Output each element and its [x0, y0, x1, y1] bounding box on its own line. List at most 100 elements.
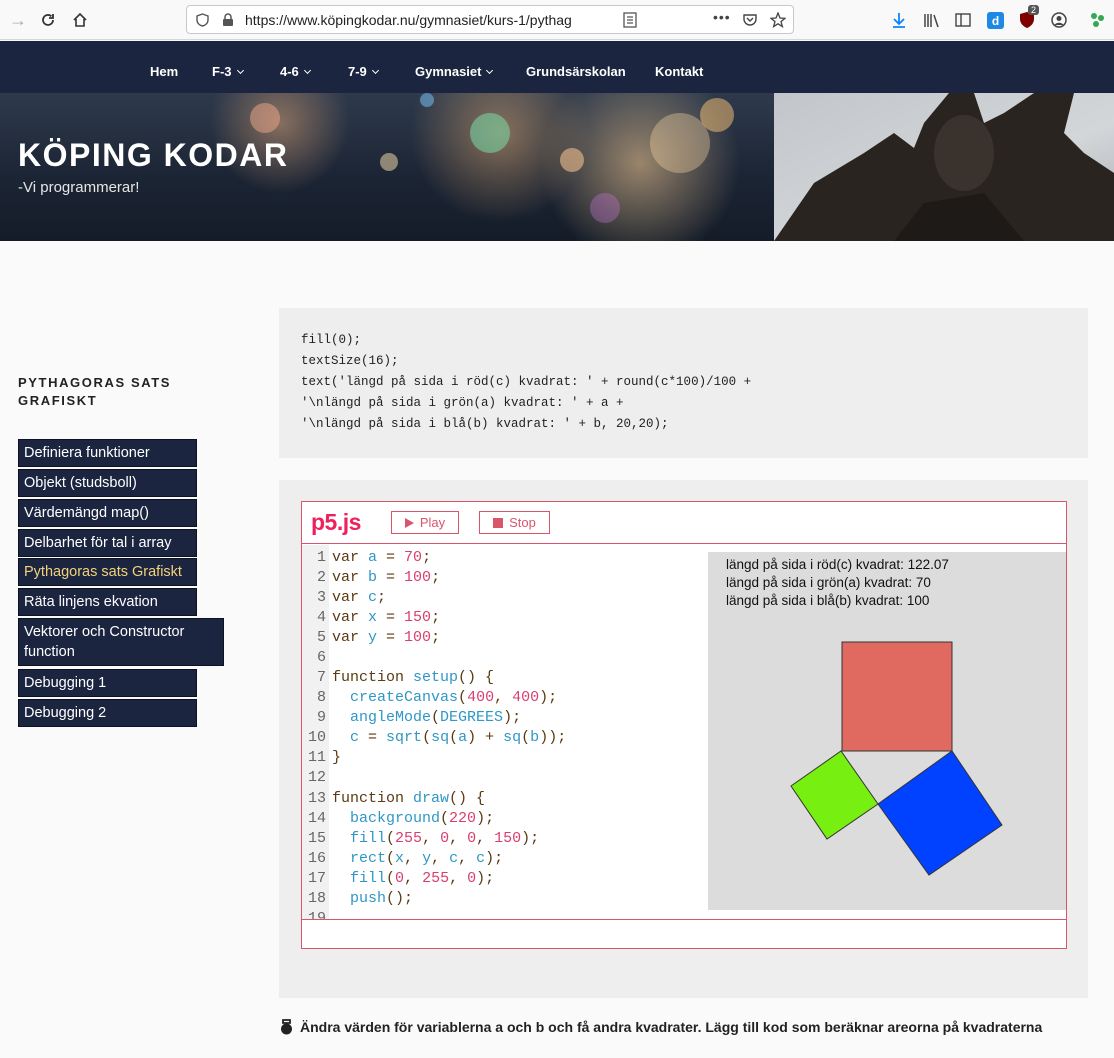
url-bar[interactable]: https://www.köpingkodar.nu/gymnasiet/kur… — [186, 5, 794, 34]
reader-view-icon[interactable] — [623, 12, 637, 28]
stop-label: Stop — [509, 515, 536, 530]
line-number: 7 — [316, 669, 326, 686]
site-title[interactable]: KÖPING KODAR — [18, 137, 288, 174]
code-line: background(220); — [350, 810, 495, 827]
bookmark-star-icon[interactable] — [770, 12, 786, 28]
nav-item-kontakt[interactable]: Kontakt — [655, 64, 703, 79]
code-line: text('längd på sida i röd(c) kvadrat: ' … — [301, 375, 752, 389]
p5-canvas[interactable]: längd på sida i röd(c) kvadrat: 122.07 l… — [708, 552, 1066, 910]
site-tagline: -Vi programmerar! — [18, 179, 140, 196]
exercise-instruction: Ändra värden för variablerna a och b och… — [279, 1019, 1114, 1035]
code-editor[interactable]: 1 2 3 4 5 6 7 8 9 10 11 12 13 14 15 16 1… — [302, 545, 695, 919]
line-number: 16 — [307, 850, 326, 867]
line-number: 18 — [307, 890, 326, 907]
reload-icon[interactable] — [36, 8, 60, 32]
extension-d-icon[interactable]: d — [984, 9, 1006, 31]
code-line: fill(0); — [301, 333, 362, 347]
line-number: 4 — [316, 609, 326, 626]
code-line: '\nlängd på sida i grön(a) kvadrat: ' + … — [301, 396, 624, 410]
line-number: 1 — [316, 549, 326, 566]
sidebar-item-vektorer[interactable]: Vektorer och Constructor function — [18, 618, 224, 666]
code-line: textSize(16); — [301, 354, 399, 368]
code-line: rect(x, y, c, c); — [350, 850, 504, 867]
sidebar-item-objekt[interactable]: Objekt (studsboll) — [18, 469, 197, 497]
line-number: 9 — [316, 709, 326, 726]
nav-item-7-9[interactable]: 7-9 — [348, 64, 379, 79]
line-number: 10 — [307, 729, 326, 746]
shield-icon[interactable] — [196, 13, 209, 27]
nav-item-grundsarskolan[interactable]: Grundsärskolan — [526, 64, 626, 79]
nav-item-hem[interactable]: Hem — [150, 64, 178, 79]
sidebar-item-debugging-2[interactable]: Debugging 2 — [18, 699, 197, 727]
sidebar-item-vardemangd[interactable]: Värdemängd map() — [18, 499, 197, 527]
code-line: angleMode(DEGREES); — [350, 709, 522, 726]
code-line: c = sqrt(sq(a) + sq(b)); — [350, 729, 567, 746]
line-number: 6 — [316, 649, 326, 666]
back-arrow-icon[interactable]: → — [6, 8, 30, 32]
pythagoras-squares-drawing — [790, 641, 1003, 876]
chevron-down-icon — [486, 66, 494, 75]
p5-logo: p5.js — [311, 509, 361, 535]
browser-toolbar: → https://www.köpingkodar.nu/gymnasiet/k… — [0, 0, 1114, 40]
sidebar-icon[interactable] — [952, 9, 974, 31]
sidebar-item-pythagoras[interactable]: Pythagoras sats Grafiskt — [18, 558, 197, 586]
nav-item-4-6[interactable]: 4-6 — [280, 64, 311, 79]
chevron-down-icon — [236, 66, 244, 75]
site-navigation: Hem F-3 4-6 7-9 Gymnasiet Grundsärskolan… — [0, 41, 1114, 93]
play-button[interactable]: Play — [391, 511, 459, 534]
instruction-text: Ändra värden för variablerna a och b och… — [300, 1019, 1043, 1035]
code-line: var y = 100; — [332, 629, 441, 646]
nav-item-f-3[interactable]: F-3 — [212, 64, 244, 79]
library-icon[interactable] — [920, 9, 942, 31]
code-line: var a = 70; — [332, 549, 432, 566]
sidebar-item-rata-linjens[interactable]: Räta linjens ekvation — [18, 588, 197, 616]
account-icon[interactable] — [1048, 9, 1070, 31]
play-icon — [404, 517, 414, 528]
line-number: 14 — [307, 810, 326, 827]
site-header-banner: KÖPING KODAR -Vi programmerar! — [0, 93, 1114, 241]
widget-toolbar: p5.js Play Stop — [302, 502, 1066, 544]
pocket-icon[interactable] — [743, 13, 757, 27]
ublock-icon[interactable]: 2 — [1016, 5, 1040, 31]
sidebar-item-delbarhet[interactable]: Delbarhet för tal i array — [18, 529, 197, 557]
line-number: 5 — [316, 629, 326, 646]
sidebar-item-debugging-1[interactable]: Debugging 1 — [18, 669, 197, 697]
nav-item-gymnasiet[interactable]: Gymnasiet — [415, 64, 494, 79]
code-line: var x = 150; — [332, 609, 441, 626]
code-line: createCanvas(400, 400); — [350, 689, 558, 706]
code-line: function setup() { — [332, 669, 495, 686]
stop-button[interactable]: Stop — [479, 511, 550, 534]
stop-icon — [493, 517, 504, 528]
code-line: var b = 100; — [332, 569, 441, 586]
code-snippet: fill(0); textSize(16); text('längd på si… — [279, 308, 1088, 458]
code-line: '\nlängd på sida i blå(b) kvadrat: ' + b… — [301, 417, 669, 431]
chevron-down-icon — [303, 66, 311, 75]
line-number: 17 — [307, 870, 326, 887]
download-icon[interactable] — [888, 9, 910, 31]
line-number: 13 — [307, 790, 326, 807]
statue-image — [774, 93, 1114, 241]
line-number: 19 — [307, 910, 326, 919]
line-number: 15 — [307, 830, 326, 847]
code-line: function draw() { — [332, 790, 486, 807]
line-number: 8 — [316, 689, 326, 706]
code-line: var c; — [332, 589, 387, 606]
code-line: } — [332, 749, 342, 766]
chevron-down-icon — [371, 66, 379, 75]
extension-green-icon[interactable] — [1086, 9, 1108, 31]
more-actions-icon[interactable]: ••• — [713, 9, 731, 25]
line-number: 2 — [316, 569, 326, 586]
url-text[interactable]: https://www.köpingkodar.nu/gymnasiet/kur… — [245, 12, 571, 28]
blue-square — [877, 750, 1003, 876]
code-line: fill(0, 255, 0); — [350, 870, 495, 887]
sidebar-title: PYTHAGORAS SATS GRAFISKT — [18, 375, 172, 408]
line-number: 11 — [307, 749, 326, 766]
home-icon[interactable] — [68, 8, 92, 32]
red-square — [841, 641, 953, 752]
widget-divider — [302, 919, 1066, 920]
line-number: 12 — [307, 769, 326, 786]
line-number: 3 — [316, 589, 326, 606]
lock-icon[interactable] — [222, 13, 234, 27]
sidebar-item-definiera-funktioner[interactable]: Definiera funktioner — [18, 439, 197, 467]
kettlebell-icon — [281, 1019, 292, 1035]
